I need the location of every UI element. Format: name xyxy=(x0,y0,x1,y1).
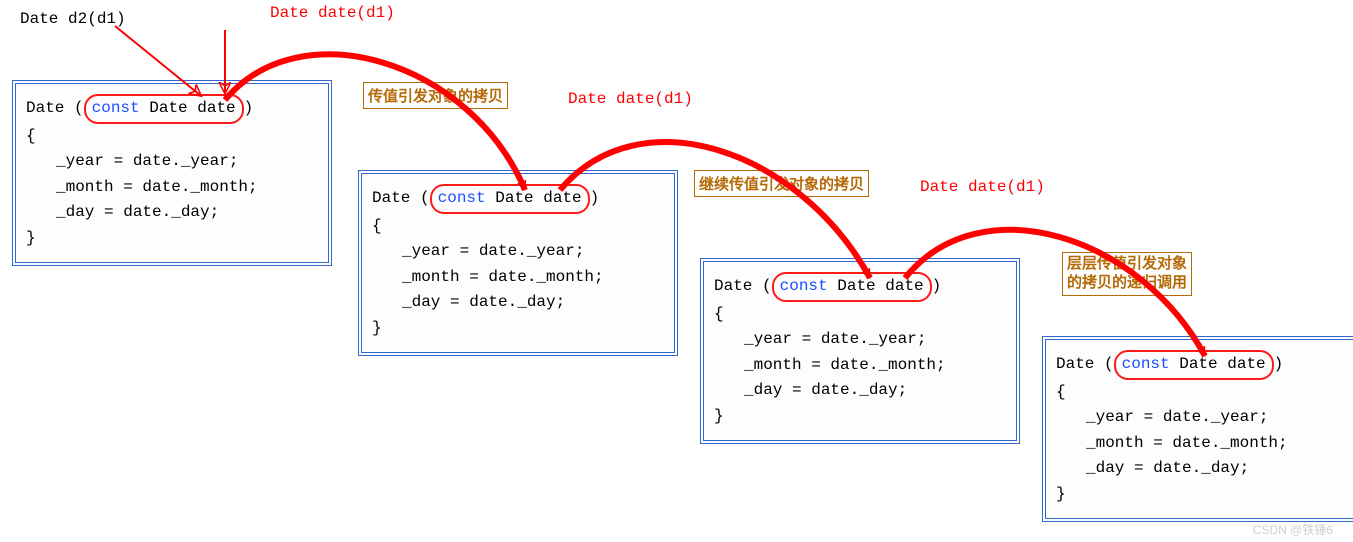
brace-close: } xyxy=(26,226,318,252)
body-month: _month = date._month; xyxy=(56,178,258,196)
top-code: Date d2(d1) xyxy=(20,10,126,28)
brace-close: } xyxy=(1056,482,1348,508)
brace-close: } xyxy=(714,404,1006,430)
brace-open: { xyxy=(714,302,1006,328)
body-day: _day = date._day; xyxy=(402,293,565,311)
signature: Date (const Date date) xyxy=(1056,350,1348,380)
param-oval: const Date date xyxy=(430,184,590,214)
note-3-line2: 的拷贝的递归调用 xyxy=(1067,274,1187,291)
signature: Date (const Date date) xyxy=(714,272,1006,302)
param-type: Date xyxy=(495,189,533,207)
param-type: Date xyxy=(837,277,875,295)
body-year: _year = date._year; xyxy=(56,152,238,170)
code-box-1: Date (const Date date) { _year = date._y… xyxy=(12,80,332,266)
const-keyword: const xyxy=(780,277,828,295)
call-label-3: Date date(d1) xyxy=(920,178,1045,196)
body-month: _month = date._month; xyxy=(744,356,946,374)
param-oval: const Date date xyxy=(1114,350,1274,380)
class-name: Date xyxy=(26,99,64,117)
note-3: 层层传值引发对象 的拷贝的递归调用 xyxy=(1062,252,1192,296)
code-box-4: Date (const Date date) { _year = date._y… xyxy=(1042,336,1353,522)
const-keyword: const xyxy=(1122,355,1170,373)
signature: Date (const Date date) xyxy=(372,184,664,214)
class-name: Date xyxy=(1056,355,1094,373)
brace-open: { xyxy=(26,124,318,150)
note-1: 传值引发对象的拷贝 xyxy=(363,82,508,109)
brace-open: { xyxy=(372,214,664,240)
param-oval: const Date date xyxy=(772,272,932,302)
param-name: date xyxy=(1227,355,1265,373)
param-type: Date xyxy=(1179,355,1217,373)
body-year: _year = date._year; xyxy=(744,330,926,348)
signature: Date (const Date date) xyxy=(26,94,318,124)
body-day: _day = date._day; xyxy=(56,203,219,221)
param-name: date xyxy=(197,99,235,117)
body-month: _month = date._month; xyxy=(402,268,604,286)
body-day: _day = date._day; xyxy=(744,381,907,399)
code-box-3: Date (const Date date) { _year = date._y… xyxy=(700,258,1020,444)
param-type: Date xyxy=(149,99,187,117)
param-name: date xyxy=(543,189,581,207)
body-month: _month = date._month; xyxy=(1086,434,1288,452)
const-keyword: const xyxy=(92,99,140,117)
param-name: date xyxy=(885,277,923,295)
const-keyword: const xyxy=(438,189,486,207)
body-year: _year = date._year; xyxy=(1086,408,1268,426)
note-3-line1: 层层传值引发对象 xyxy=(1067,255,1187,272)
brace-open: { xyxy=(1056,380,1348,406)
brace-close: } xyxy=(372,316,664,342)
code-box-2: Date (const Date date) { _year = date._y… xyxy=(358,170,678,356)
param-oval: const Date date xyxy=(84,94,244,124)
call-label-2: Date date(d1) xyxy=(568,90,693,108)
body-day: _day = date._day; xyxy=(1086,459,1249,477)
call-label-1: Date date(d1) xyxy=(270,4,395,22)
body-year: _year = date._year; xyxy=(402,242,584,260)
note-2: 继续传值引发对象的拷贝 xyxy=(694,170,869,197)
class-name: Date xyxy=(372,189,410,207)
watermark: CSDN @铁锤6 xyxy=(1253,521,1333,538)
class-name: Date xyxy=(714,277,752,295)
